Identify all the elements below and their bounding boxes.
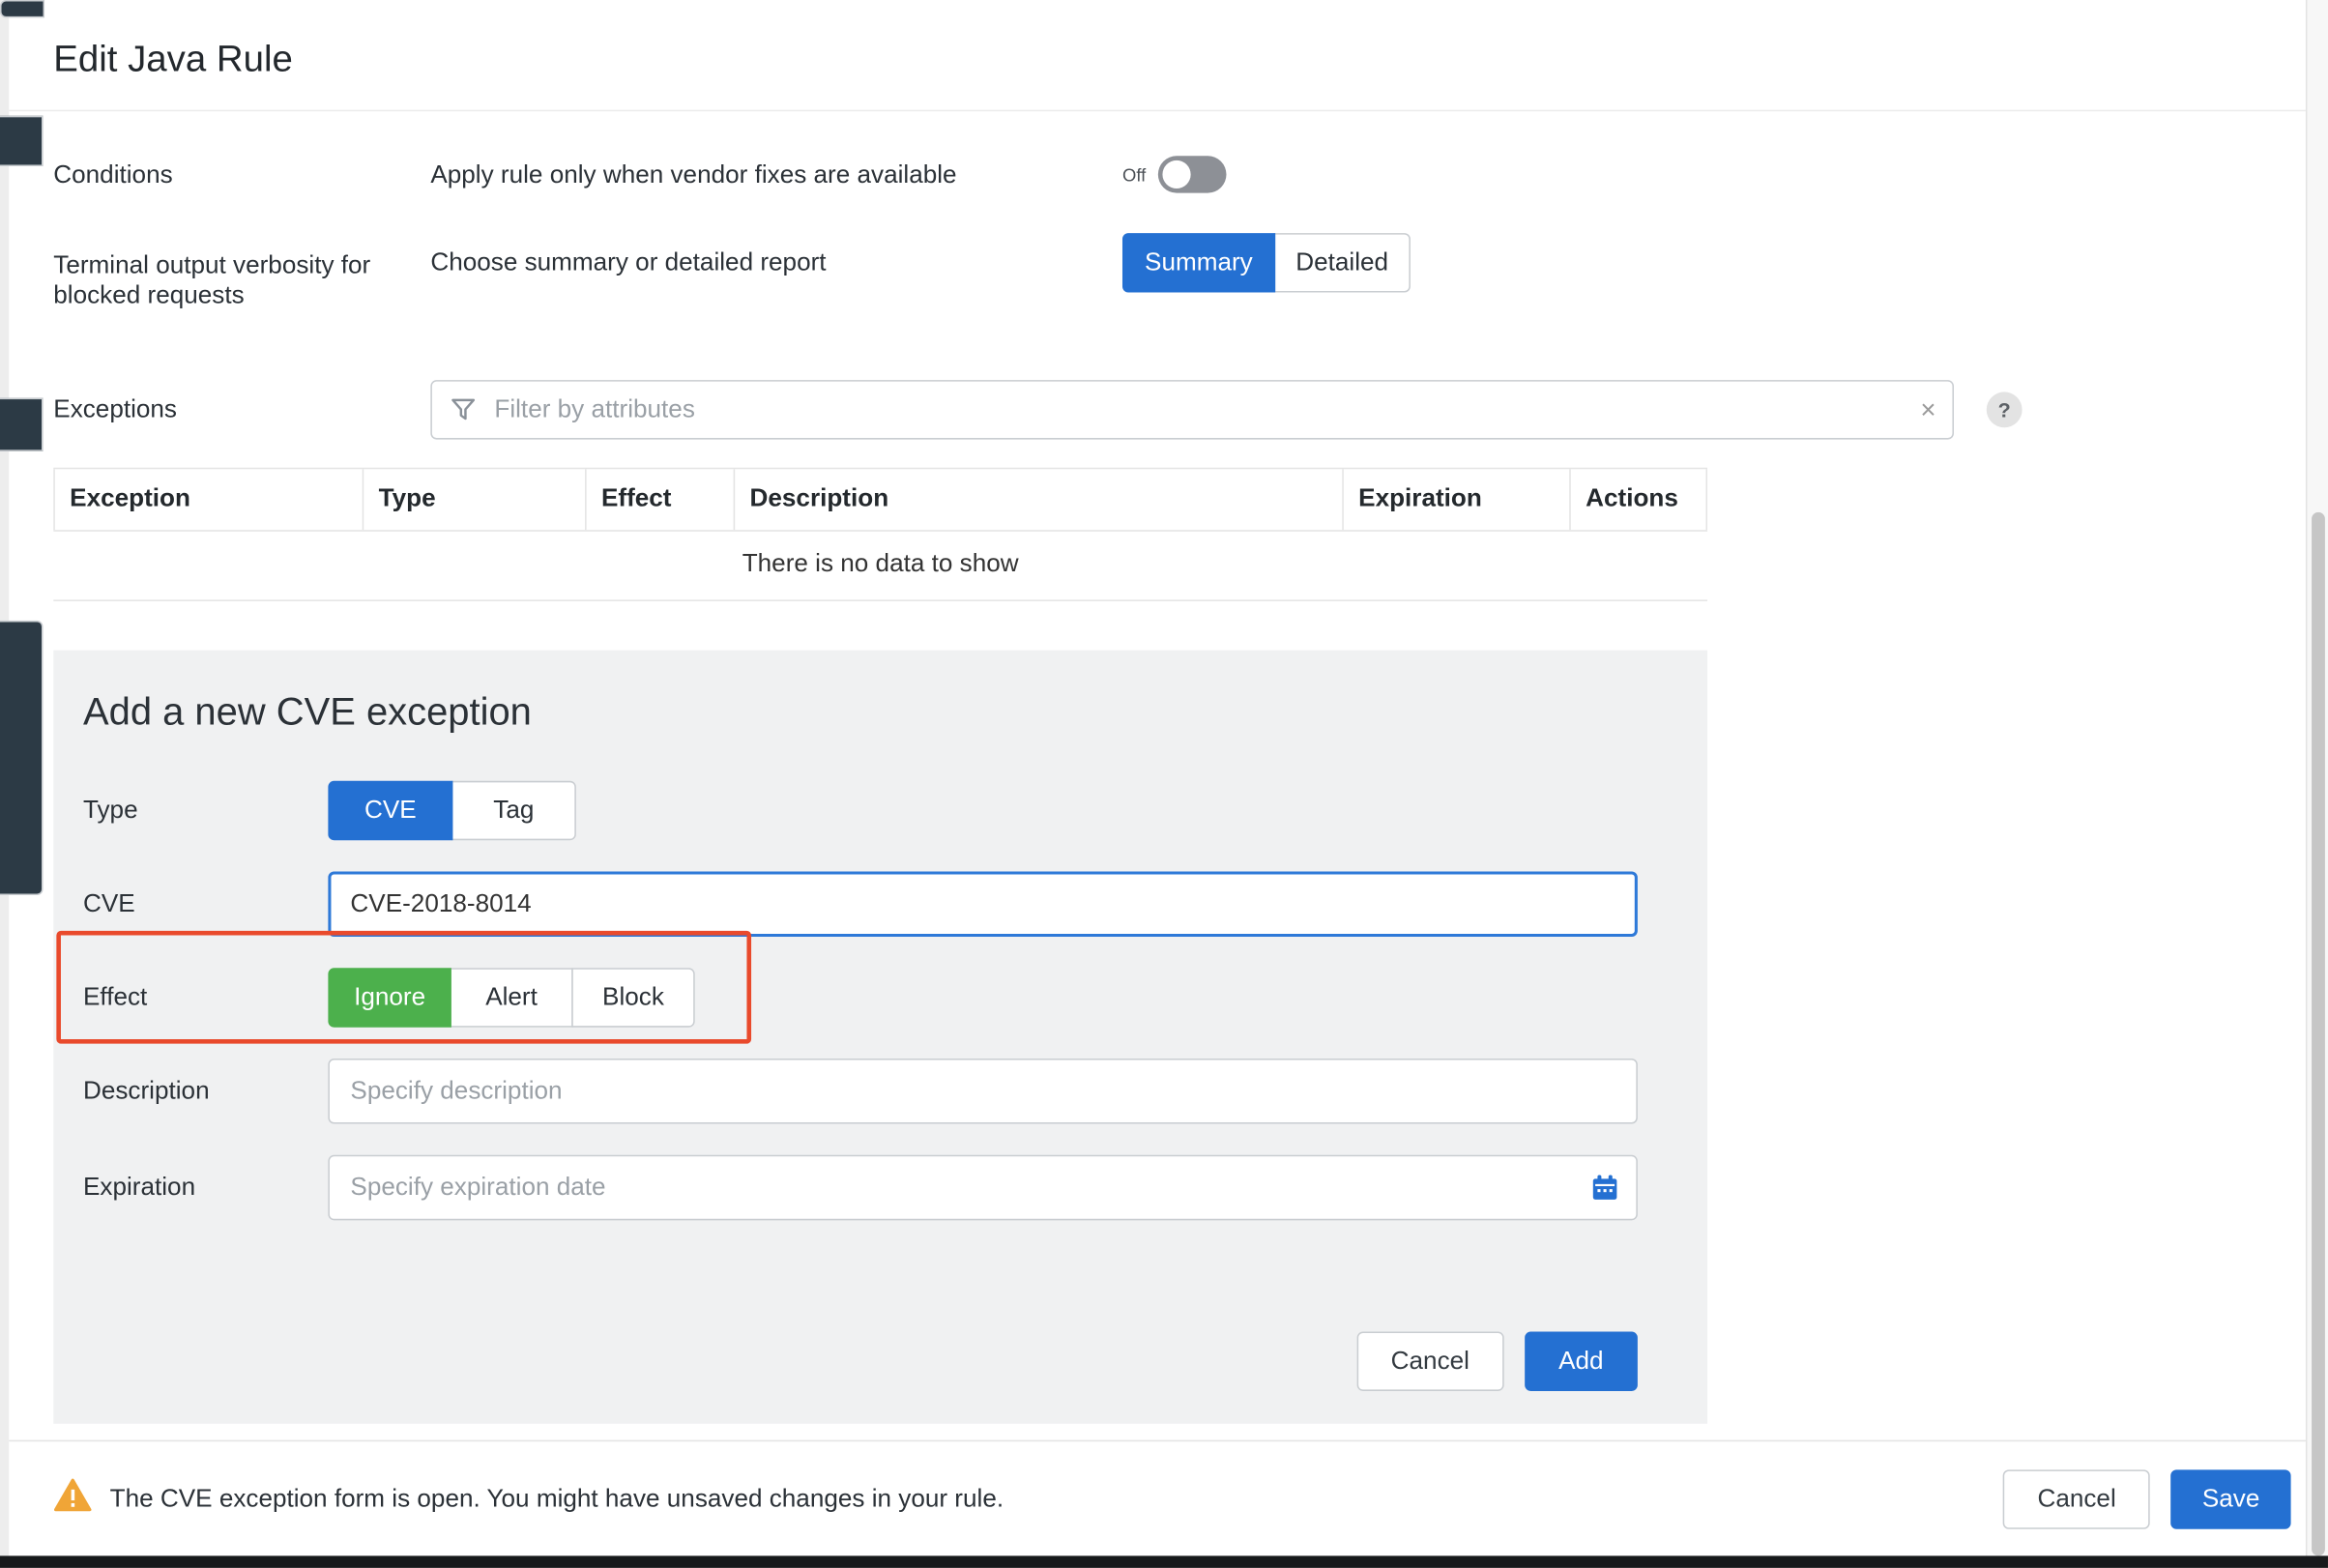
warning-icon [53,1477,92,1521]
background-fragment [0,398,44,451]
conditions-label: Conditions [53,160,430,189]
type-label: Type [83,796,328,826]
conditions-description: Apply rule only when vendor fixes are av… [430,160,1122,189]
column-header-effect: Effect [585,469,734,530]
effect-label: Effect [83,983,328,1013]
cve-label: CVE [83,889,328,919]
footer-save-button[interactable]: Save [2171,1469,2291,1528]
alert-option[interactable]: Alert [450,968,572,1027]
effect-segmented-control: Ignore Alert Block [328,968,694,1027]
cve-input[interactable] [328,871,1637,937]
scrollbar-thumb[interactable] [2312,512,2325,1556]
column-header-type: Type [363,469,585,530]
filter-icon [451,398,476,429]
report-type-segmented-control: Summary Detailed [1122,233,1411,292]
column-header-exception: Exception [53,469,362,530]
panel-add-button[interactable]: Add [1525,1332,1638,1391]
column-header-description: Description [734,469,1343,530]
background-fragment [0,0,44,17]
table-empty-state: There is no data to show [53,532,1707,601]
conditions-row: Conditions Apply rule only when vendor f… [53,156,2261,192]
panel-cancel-button[interactable]: Cancel [1356,1332,1503,1391]
calendar-icon[interactable] [1591,1175,1618,1208]
table-header-row: Exception Type Effect Description Expira… [53,469,1707,531]
vendor-fixes-toggle[interactable] [1158,156,1227,192]
modal-body: Conditions Apply rule only when vendor f… [9,111,2306,1439]
background-page-bottom [0,1555,2328,1567]
filter-input[interactable] [430,380,1954,439]
type-segmented-control: CVE Tag [328,781,575,840]
toggle-knob [1162,160,1190,189]
edit-rule-modal: Edit Java Rule Conditions Apply rule onl… [9,0,2306,1555]
add-cve-exception-panel: Add a new CVE exception Type CVE Tag CVE… [53,651,1707,1424]
screen: Edit Java Rule Conditions Apply rule onl… [0,0,2328,1568]
footer-actions: Cancel Save [2003,1469,2290,1528]
filter-input-wrap: × [430,380,1954,439]
column-header-expiration: Expiration [1342,469,1569,530]
exceptions-row: Exceptions × ? [53,380,2261,439]
panel-title: Add a new CVE exception [83,685,1638,736]
cve-row: CVE [83,871,1638,937]
column-header-actions: Actions [1569,469,1707,530]
summary-option[interactable]: Summary [1122,233,1275,292]
detailed-option[interactable]: Detailed [1273,233,1411,292]
expiration-input[interactable] [328,1155,1637,1221]
background-fragment [0,116,44,166]
type-row: Type CVE Tag [83,781,1638,840]
panel-actions: Cancel Add [83,1332,1638,1391]
modal-header: Edit Java Rule [9,0,2306,111]
cve-option[interactable]: CVE [328,781,452,840]
tag-option[interactable]: Tag [451,781,576,840]
toggle-state-label: Off [1122,164,1146,185]
block-option[interactable]: Block [571,968,694,1027]
description-label: Description [83,1076,328,1106]
description-input[interactable] [328,1059,1637,1124]
expiration-label: Expiration [83,1173,328,1203]
vendor-fixes-toggle-group: Off [1122,156,1226,192]
exceptions-label: Exceptions [53,394,430,424]
scrollbar [2306,0,2328,1555]
footer-cancel-button[interactable]: Cancel [2003,1469,2150,1528]
effect-row: Effect Ignore Alert Block [83,968,1638,1027]
expiration-input-wrap [328,1155,1637,1221]
page-title: Edit Java Rule [53,36,2261,83]
help-icon[interactable]: ? [1987,392,2022,427]
verbosity-description: Choose summary or detailed report [430,247,1122,277]
description-row: Description [83,1059,1638,1124]
background-page-edge [0,0,9,1555]
ignore-option[interactable]: Ignore [328,968,451,1027]
background-fragment [0,621,44,895]
modal-footer: The CVE exception form is open. You migh… [9,1440,2306,1556]
exceptions-table: Exception Type Effect Description Expira… [53,468,1707,601]
expiration-row: Expiration [83,1155,1638,1221]
verbosity-row: Terminal output verbosity for blocked re… [53,233,2261,310]
unsaved-changes-message: The CVE exception form is open. You migh… [110,1484,2004,1514]
verbosity-label: Terminal output verbosity for blocked re… [53,251,430,310]
clear-filter-icon[interactable]: × [1920,392,1935,427]
